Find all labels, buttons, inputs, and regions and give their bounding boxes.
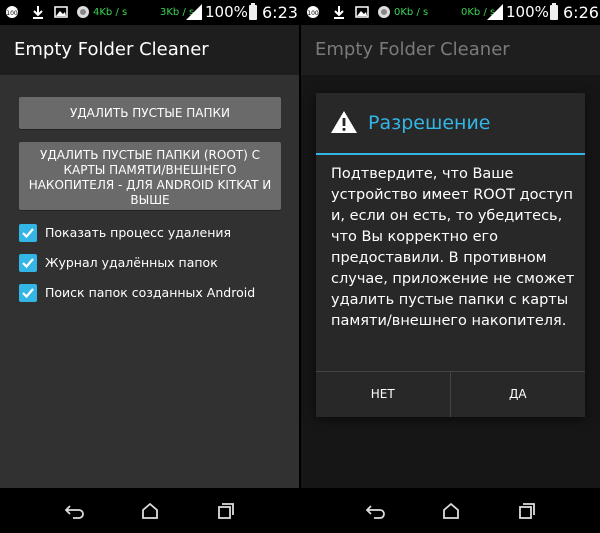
app-icon bbox=[76, 4, 90, 20]
dialog-divider bbox=[316, 153, 585, 155]
yes-button[interactable]: ДА bbox=[451, 372, 586, 417]
home-icon[interactable] bbox=[441, 501, 461, 521]
warning-icon bbox=[330, 109, 358, 139]
notification-badge-icon: 100 bbox=[5, 4, 19, 20]
status-bar: 100 4Kb / s 3Kb / s 100% 6:23 bbox=[0, 0, 299, 25]
no-button[interactable]: НЕТ bbox=[316, 372, 451, 417]
net-down-speed: 0Kb / s bbox=[394, 7, 429, 18]
navigation-bar bbox=[301, 488, 600, 533]
recents-icon[interactable] bbox=[216, 501, 236, 521]
checkbox-label: Журнал удалённых папок bbox=[45, 255, 218, 270]
battery-percent: 100% bbox=[205, 3, 248, 21]
svg-text:100: 100 bbox=[307, 10, 319, 17]
net-down-speed: 4Kb / s bbox=[93, 7, 128, 18]
back-icon[interactable] bbox=[64, 501, 85, 521]
checkbox-label: Поиск папок созданных Android bbox=[45, 285, 256, 300]
home-icon[interactable] bbox=[140, 501, 160, 521]
main-content: УДАЛИТЬ ПУСТЫЕ ПАПКИ УДАЛИТЬ ПУСТЫЕ ПАПК… bbox=[0, 75, 299, 488]
action-bar: Empty Folder Cleaner bbox=[0, 25, 299, 75]
clock: 6:26 bbox=[563, 3, 599, 22]
dialog-title: Разрешение bbox=[368, 112, 491, 134]
dialog-header: Разрешение bbox=[316, 93, 585, 153]
app-icon bbox=[377, 4, 391, 20]
back-icon[interactable] bbox=[365, 501, 386, 521]
battery-percent: 100% bbox=[506, 3, 549, 21]
app-title: Empty Folder Cleaner bbox=[14, 39, 209, 60]
battery-icon bbox=[550, 3, 558, 20]
right-screen: 100 0Kb / s 0Kb / s 100% 6:26 Empty Fold… bbox=[301, 0, 600, 533]
clock: 6:23 bbox=[262, 3, 298, 22]
left-screen: 100 4Kb / s 3Kb / s 100% 6:23 Empty Fold… bbox=[0, 0, 299, 533]
action-bar: Empty Folder Cleaner bbox=[301, 25, 600, 75]
navigation-bar bbox=[0, 488, 299, 533]
signal-icon bbox=[487, 4, 503, 20]
svg-text:100: 100 bbox=[6, 10, 18, 17]
signal-icon bbox=[186, 4, 202, 20]
download-icon bbox=[31, 4, 45, 20]
app-title: Empty Folder Cleaner bbox=[315, 39, 510, 60]
delete-empty-folders-root-button[interactable]: УДАЛИТЬ ПУСТЫЕ ПАПКИ (ROOT) С КАРТЫ ПАМЯ… bbox=[19, 142, 281, 210]
battery-icon bbox=[249, 3, 257, 20]
status-bar: 100 0Kb / s 0Kb / s 100% 6:26 bbox=[301, 0, 600, 25]
checkbox-checked-icon[interactable] bbox=[19, 284, 37, 302]
checkbox-checked-icon[interactable] bbox=[19, 224, 37, 242]
dialog-message: Подтвердите, что Ваше устройство имеет R… bbox=[331, 166, 575, 329]
dialog-buttons: НЕТ ДА bbox=[316, 371, 585, 417]
notification-badge-icon: 100 bbox=[306, 4, 320, 20]
permission-dialog: Разрешение Подтвердите, что Ваше устройс… bbox=[316, 93, 585, 417]
delete-empty-folders-button[interactable]: УДАЛИТЬ ПУСТЫЕ ПАПКИ bbox=[19, 97, 281, 129]
image-icon bbox=[355, 4, 369, 20]
download-icon bbox=[332, 4, 346, 20]
checkbox-label: Показать процесс удаления bbox=[45, 225, 232, 240]
recents-icon[interactable] bbox=[517, 501, 537, 521]
image-icon bbox=[54, 4, 68, 20]
checkbox-checked-icon[interactable] bbox=[19, 254, 37, 272]
